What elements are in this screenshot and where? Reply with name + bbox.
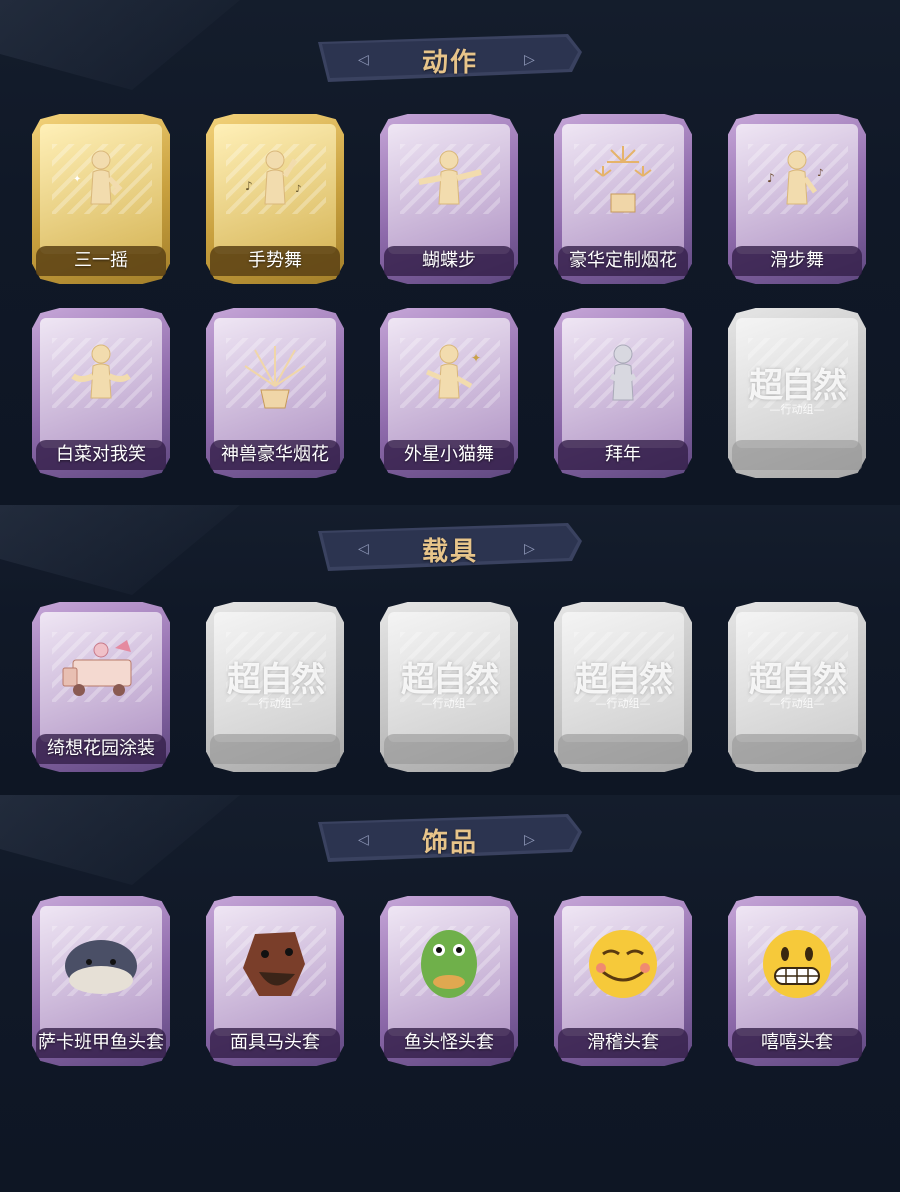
item-label: 拜年: [605, 444, 641, 465]
section-banner: ◁ ▷ 载具: [318, 523, 582, 571]
svg-text:♪: ♪: [817, 168, 823, 179]
locked-reward-card[interactable]: 超自然 —行动组—: [380, 602, 518, 772]
item-label: 白菜对我笑: [56, 444, 146, 465]
locked-logo-sub: —行动组—: [769, 697, 825, 710]
svg-text:✦: ✦: [73, 174, 81, 185]
label-bar: [558, 734, 688, 764]
item-label: 三一摇: [74, 250, 128, 271]
figure-arms-out-icon: [418, 150, 482, 205]
reward-card[interactable]: 鱼头怪头套: [380, 896, 518, 1066]
fish-head-mask-icon: [65, 940, 137, 994]
item-label: 鱼头怪头套: [404, 1032, 494, 1053]
reward-card[interactable]: 拜年: [554, 308, 692, 478]
truck-icon: [62, 640, 132, 696]
label-bar: [732, 440, 862, 470]
reward-card[interactable]: ✦ 三一摇: [32, 114, 170, 284]
figure-cat-dance-icon: ✦: [426, 344, 481, 399]
locked-reward-card[interactable]: 超自然 —行动组—: [728, 308, 866, 478]
locked-reward-card[interactable]: 超自然 —行动组—: [554, 602, 692, 772]
section-0: ◁ ▷ 动作 ✦ 三一摇 ♪ ♪ 手势舞 蝴蝶步 豪华定制烟花 ♪ ♪ 滑步舞 …: [0, 0, 900, 505]
reward-card[interactable]: 神兽豪华烟花: [206, 308, 344, 478]
item-label: 萨卡班甲鱼头套: [38, 1032, 164, 1053]
item-label: 绮想花园涂装: [47, 738, 155, 759]
reward-card[interactable]: 嘻嘻头套: [728, 896, 866, 1066]
svg-text:✦: ✦: [471, 351, 481, 365]
item-label: 外星小猫舞: [404, 444, 494, 465]
locked-logo: 超自然: [749, 660, 847, 700]
locked-logo: 超自然: [227, 660, 325, 700]
item-label: 面具马头套: [230, 1032, 320, 1053]
figure-arms-wide-icon: [71, 344, 131, 399]
section-1: ◁ ▷ 载具 绮想花园涂装 超自然 —行动组— 超自然 —行动组— 超自然 —行…: [0, 505, 900, 795]
label-bar: [384, 734, 514, 764]
item-label: 蝴蝶步: [422, 250, 476, 271]
reward-card[interactable]: 绮想花园涂装: [32, 602, 170, 772]
reward-card[interactable]: ✦ 外星小猫舞: [380, 308, 518, 478]
item-label: 滑步舞: [770, 250, 824, 271]
svg-text:♪: ♪: [295, 184, 301, 195]
locked-reward-card[interactable]: 超自然 —行动组—: [728, 602, 866, 772]
funny-face-mask-icon: [589, 930, 657, 998]
reward-card[interactable]: ♪ ♪ 滑步舞: [728, 114, 866, 284]
section-banner: ◁ ▷ 饰品: [318, 814, 582, 862]
reward-card[interactable]: 萨卡班甲鱼头套: [32, 896, 170, 1066]
label-bar: [732, 734, 862, 764]
item-label: 豪华定制烟花: [569, 250, 677, 271]
fish-monster-mask-icon: [421, 930, 477, 998]
locked-logo-sub: —行动组—: [247, 697, 303, 710]
item-label: 滑稽头套: [587, 1032, 659, 1053]
figure-pose-icon: ✦: [73, 150, 123, 205]
reward-card[interactable]: 面具马头套: [206, 896, 344, 1066]
locked-reward-card[interactable]: 超自然 —行动组—: [206, 602, 344, 772]
locked-logo: 超自然: [749, 366, 847, 406]
reward-card[interactable]: ♪ ♪ 手势舞: [206, 114, 344, 284]
horse-mask-icon: [243, 932, 305, 996]
section-banner: ◁ ▷ 动作: [318, 34, 582, 82]
grin-face-mask-icon: [763, 930, 831, 998]
item-label: 嘻嘻头套: [761, 1032, 833, 1053]
item-label: 手势舞: [248, 250, 302, 271]
section-2: ◁ ▷ 饰品 萨卡班甲鱼头套 面具马头套 鱼头怪头套 滑稽头套 嘻嘻头套: [0, 795, 900, 1192]
reward-card[interactable]: 蝴蝶步: [380, 114, 518, 284]
locked-logo: 超自然: [401, 660, 499, 700]
fireworks-pot-icon: [244, 346, 306, 409]
figure-bow-icon: [609, 344, 637, 401]
label-bar: [210, 734, 340, 764]
figure-dance-icon: ♪ ♪: [245, 150, 301, 205]
section-title: 动作: [421, 48, 478, 78]
reward-card[interactable]: 豪华定制烟花: [554, 114, 692, 284]
locked-logo-sub: —行动组—: [421, 697, 477, 710]
svg-text:♪: ♪: [767, 171, 775, 185]
item-label: 神兽豪华烟花: [221, 444, 329, 465]
reward-card[interactable]: 白菜对我笑: [32, 308, 170, 478]
reward-card[interactable]: 滑稽头套: [554, 896, 692, 1066]
locked-logo-sub: —行动组—: [769, 403, 825, 416]
locked-logo: 超自然: [575, 660, 673, 700]
locked-logo-sub: —行动组—: [595, 697, 651, 710]
section-title: 饰品: [421, 828, 478, 858]
figure-slide-icon: ♪ ♪: [767, 150, 823, 205]
section-title: 载具: [421, 537, 478, 567]
svg-text:♪: ♪: [245, 179, 253, 193]
fireworks-box-icon: [594, 146, 652, 213]
